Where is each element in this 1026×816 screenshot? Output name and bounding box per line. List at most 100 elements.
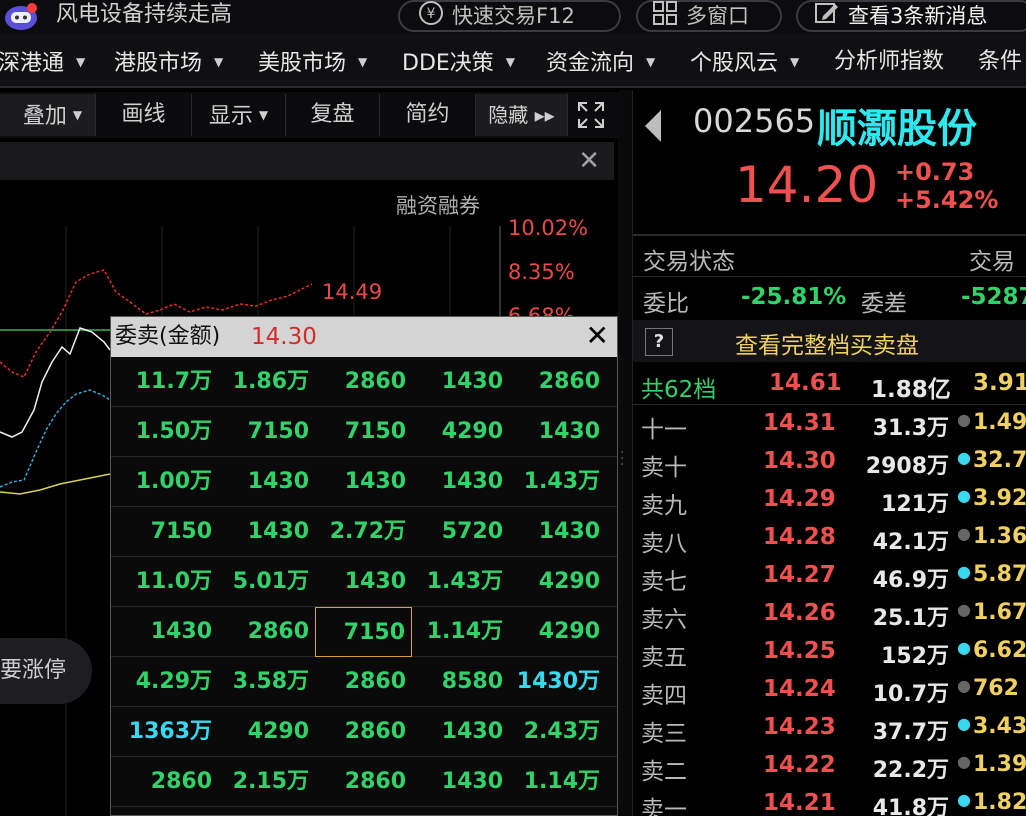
order-grid-cell[interactable]: 1.14万 [412, 607, 509, 657]
order-book-row[interactable]: 卖九 14.29 121万 ● 3.92 [633, 486, 1026, 524]
order-grid-cell[interactable]: 2860 [218, 607, 315, 657]
order-grid-row: 2860 2.15万 2860 1430 1.14万 [111, 757, 617, 807]
help-icon[interactable]: ? [645, 328, 673, 356]
stock-name[interactable]: 顺灏股份 [817, 96, 977, 154]
order-grid-cell[interactable]: 1430 [218, 457, 315, 507]
order-grid-cell[interactable]: 1430 [412, 357, 509, 407]
level-label: 卖十 [641, 455, 687, 481]
news-headline[interactable]: 风电设备持续走高 [56, 1, 232, 29]
draw-line-button[interactable]: 画线 [96, 94, 192, 136]
order-book-row[interactable]: 卖七 14.27 46.9万 ● 5.87 [633, 562, 1026, 600]
quick-trade-button[interactable]: ¥ 快速交易F12 [398, 0, 621, 32]
order-grid-cell[interactable]: 7150 [121, 507, 218, 557]
back-arrow-icon[interactable] [645, 110, 661, 142]
order-grid-cell[interactable]: 8580 [412, 657, 509, 707]
order-grid-cell[interactable]: 2.15万 [218, 757, 315, 807]
margin-trading-label[interactable]: 融资融券 [396, 190, 480, 220]
order-grid-cell[interactable]: 2860 [315, 357, 412, 407]
order-grid-cell[interactable]: 1430 [412, 707, 509, 757]
order-grid-cell[interactable]: 1.14万 [509, 757, 606, 807]
fullscreen-button[interactable] [568, 94, 614, 136]
order-grid-cell[interactable]: 2860 [509, 357, 606, 407]
avg-line-cyan [0, 389, 111, 488]
order-grid-cell[interactable]: 4290 [509, 607, 606, 657]
close-icon[interactable]: ✕ [586, 319, 609, 353]
nav-item-conditions[interactable]: 条件 [978, 48, 1022, 76]
order-grid-cell[interactable]: 1430 [121, 607, 218, 657]
order-grid-cell[interactable]: 1430 [509, 407, 606, 457]
order-grid-cell[interactable]: 2.72万 [315, 507, 412, 557]
order-grid-cell[interactable]: 5720 [412, 507, 509, 557]
new-messages-button[interactable]: 查看3条新消息 [796, 0, 1026, 32]
chevron-down-icon: ▼ [72, 108, 83, 122]
order-book-row[interactable]: 十一 14.31 31.3万 ● 1.49 [633, 410, 1026, 448]
nav-item-hk-market[interactable]: 港股市场 ▼ [114, 48, 223, 78]
order-grid-cell[interactable]: 1.86万 [218, 357, 315, 407]
sell-orders-popup: 委卖(金额) 14.30 ✕ 11.7万 1.86万 2860 1430 2860 1.5… [110, 316, 618, 816]
robot-icon[interactable] [2, 2, 40, 32]
nav-item-hk-connect[interactable]: 深港通 ▼ [0, 48, 85, 78]
order-grid-cell[interactable]: 4290 [218, 707, 315, 757]
order-grid-cell[interactable]: 1.43万 [412, 557, 509, 607]
close-icon[interactable]: ✕ [578, 146, 600, 176]
order-grid-cell[interactable]: 4.29万 [121, 657, 218, 707]
order-grid-cell[interactable]: 7150 [315, 407, 412, 457]
order-grid-cell[interactable]: 1430万 [509, 657, 606, 707]
hide-button[interactable]: 隐藏 ▸▸ [476, 94, 568, 136]
order-book-row[interactable]: 卖五 14.25 152万 ● 6.62 [633, 638, 1026, 676]
order-grid-cell[interactable]: 1430 [412, 457, 509, 507]
nav-item-dde[interactable]: DDE决策 ▼ [402, 48, 515, 78]
multi-window-button[interactable]: 多窗口 [636, 0, 782, 32]
order-grid-row: 11.0万 5.01万 1430 1.43万 4290 [111, 557, 617, 607]
new-messages-label: 查看3条新消息 [848, 4, 988, 28]
order-book-row[interactable]: 卖十 14.30 2908万 ● 32.7 [633, 448, 1026, 486]
order-grid-cell[interactable]: 2860 [315, 757, 412, 807]
nav-item-stock-news[interactable]: 个股风云 ▼ [690, 48, 799, 78]
level-price: 14.21 [763, 790, 836, 816]
order-grid-cell[interactable]: 1.50万 [121, 407, 218, 457]
order-grid-cell[interactable]: 4290 [509, 557, 606, 607]
order-book-row[interactable]: 卖八 14.28 42.1万 ● 1.36 [633, 524, 1026, 562]
order-grid-cell[interactable]: 1363万 [121, 707, 218, 757]
order-grid-cell[interactable]: 2860 [315, 707, 412, 757]
order-grid-cell[interactable]: 1430 [315, 457, 412, 507]
order-book-row[interactable]: 卖六 14.26 25.1万 ● 1.67 [633, 600, 1026, 638]
order-grid-cell[interactable]: 3.58万 [218, 657, 315, 707]
order-grid-cell[interactable]: 1430 [509, 507, 606, 557]
order-grid-cell[interactable]: 2860 [121, 757, 218, 807]
display-button[interactable]: 显示 ▼ [192, 94, 286, 136]
order-grid-cell[interactable]: 7150 [315, 607, 412, 657]
order-book-row[interactable]: 卖二 14.22 22.2万 ● 1.39 [633, 752, 1026, 790]
order-book-row[interactable]: 卖四 14.24 10.7万 ● 762 [633, 676, 1026, 714]
order-book-row[interactable]: 卖三 14.23 37.7万 ● 3.43 [633, 714, 1026, 752]
overlay-button[interactable]: 叠加 ▼ [0, 94, 96, 136]
order-grid-cell[interactable]: 2.43万 [509, 707, 606, 757]
divider [633, 234, 1026, 236]
level-dot-icon: ● [957, 486, 971, 505]
replay-button[interactable]: 复盘 [286, 94, 380, 136]
order-grid-cell[interactable]: 1430 [218, 507, 315, 557]
limit-up-button[interactable]: 要涨停 [0, 638, 92, 704]
level-label: 卖五 [641, 645, 687, 671]
nav-item-analyst-index[interactable]: 分析师指数 [834, 48, 944, 76]
order-grid-cell[interactable]: 11.7万 [121, 357, 218, 407]
simple-mode-button[interactable]: 简约 [380, 94, 476, 136]
order-grid-cell[interactable]: 1430 [412, 757, 509, 807]
order-grid-cell[interactable]: 4290 [412, 407, 509, 457]
order-grid-cell[interactable]: 5.01万 [218, 557, 315, 607]
panel-splitter[interactable]: · · · [618, 90, 632, 816]
order-grid-cell[interactable]: 1430 [315, 557, 412, 607]
level-ext-value: 5.87 [973, 562, 1026, 587]
nav-item-us-market[interactable]: 美股市场 ▼ [258, 48, 367, 78]
divider [633, 276, 1026, 277]
order-grid-cell[interactable]: 1.00万 [121, 457, 218, 507]
order-grid-cell[interactable]: 7150 [218, 407, 315, 457]
order-grid-cell[interactable]: 1.43万 [509, 457, 606, 507]
nav-item-fund-flow[interactable]: 资金流向 ▼ [546, 48, 655, 78]
view-full-book-link[interactable]: 查看完整档买卖盘 [735, 326, 919, 360]
total-price: 14.61 [769, 370, 842, 396]
trade-label: 交易 [969, 249, 1015, 275]
order-grid-cell[interactable]: 11.0万 [121, 557, 218, 607]
order-book-row[interactable]: 卖一 14.21 41.8万 ● 1.82 [633, 790, 1026, 816]
order-grid-cell[interactable]: 2860 [315, 657, 412, 707]
